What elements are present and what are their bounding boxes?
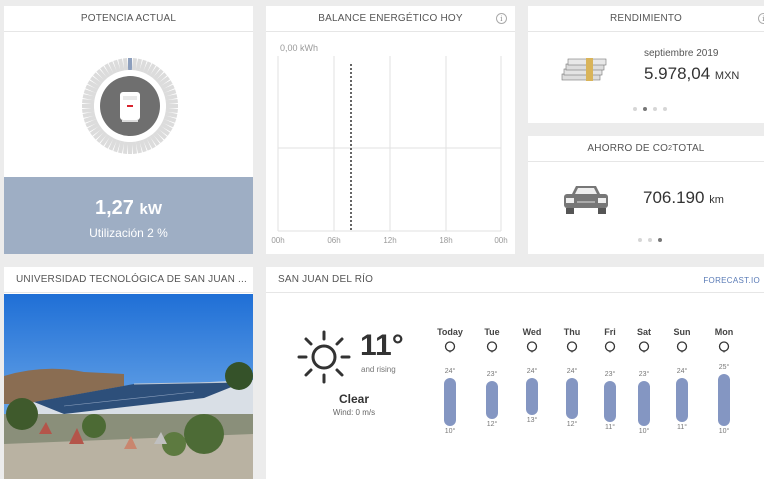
clear-weather-icon <box>676 341 688 353</box>
forecast-temp-range-bar <box>604 381 616 423</box>
forecast-low-temp: 10° <box>444 427 456 435</box>
current-temperature: 11° <box>360 329 404 362</box>
power-gauge <box>80 56 180 161</box>
yield-card: RENDIMIENTO i septiembre 2019 5.978,04 M… <box>528 6 764 123</box>
forecast-temp-range-bar <box>638 381 650 426</box>
forecast-temp-range-bar <box>526 377 538 416</box>
plant-photo-card: UNIVERSIDAD TECNOLÓGICA DE SAN JUAN ... <box>4 267 253 479</box>
energy-balance-chart: 00h 06h 12h 18h 00h <box>271 56 508 245</box>
forecast-day-name: Fri <box>604 327 616 337</box>
forecast-day-name: Today <box>437 327 463 337</box>
plant-name-title: UNIVERSIDAD TECNOLÓGICA DE SAN JUAN ... <box>4 267 253 293</box>
carousel-dot[interactable] <box>663 107 667 111</box>
forecast-high-temp: 23° <box>486 371 498 379</box>
forecast-day: Today 24° 10° <box>435 327 465 447</box>
clear-weather-icon <box>486 341 498 353</box>
money-stack-icon <box>560 54 610 93</box>
forecast-high-temp: 24° <box>444 367 456 375</box>
sun-icon <box>296 329 352 390</box>
forecast-high-temp: 24° <box>566 367 578 375</box>
forecast-low-temp: 10° <box>638 427 650 435</box>
carousel-dot[interactable] <box>633 107 637 111</box>
info-icon[interactable]: i <box>758 13 764 24</box>
forecast-day-name: Wed <box>522 327 542 337</box>
forecast-temp-range-bar <box>444 377 456 426</box>
inverter-gauge-icon <box>82 58 178 154</box>
forecast-high-temp: 24° <box>526 367 538 375</box>
forecast-temp-range-bar <box>676 377 688 423</box>
yield-carousel-dots[interactable] <box>633 107 667 111</box>
clear-weather-icon <box>526 341 538 353</box>
forecast-day-name: Tue <box>484 327 500 337</box>
current-power-title: POTENCIA ACTUAL <box>4 6 253 32</box>
forecast-low-temp: 10° <box>718 427 730 435</box>
co2-savings-value: 706.190 km <box>643 188 724 207</box>
forecast-link[interactable]: FORECAST.IO <box>703 276 760 285</box>
forecast-day-name: Mon <box>714 327 734 337</box>
forecast-day-name: Sat <box>636 327 651 337</box>
temperature-trend: and rising <box>361 365 396 374</box>
co2-carousel-dots[interactable] <box>638 238 662 242</box>
yield-value: 5.978,04 MXN <box>644 64 740 83</box>
forecast-temp-range-bar <box>486 381 498 419</box>
x-tick-label: 06h <box>327 236 340 245</box>
forecast-high-temp: 23° <box>604 371 616 379</box>
clear-weather-icon <box>718 341 730 353</box>
weather-location-title: SAN JUAN DEL RÍO <box>266 267 764 293</box>
co2-savings-card: AHORRO DE CO 2 TOTAL 706.190 km <box>528 136 764 254</box>
current-power-card: POTENCIA ACTUAL 1,27 kW Utilización 2 % <box>4 6 253 254</box>
carousel-dot[interactable] <box>643 107 647 111</box>
clear-weather-icon <box>566 341 578 353</box>
weather-condition: Clear <box>338 392 370 406</box>
forecast-low-temp: 11° <box>604 424 616 432</box>
forecast-day: Sat 23° 10° <box>629 327 659 447</box>
forecast-day: Wed 24° 13° <box>517 327 547 447</box>
x-tick-label: 18h <box>439 236 452 245</box>
power-summary-panel: 1,27 kW Utilización 2 % <box>4 177 253 254</box>
weather-card: SAN JUAN DEL RÍO FORECAST.IO 11° and ris… <box>266 267 764 479</box>
forecast-day: Tue 23° 12° <box>477 327 507 447</box>
forecast-day: Fri 23° 11° <box>595 327 625 447</box>
forecast-day-name: Sun <box>673 327 691 337</box>
forecast-temp-range-bar <box>566 377 578 419</box>
forecast-high-temp: 24° <box>676 367 688 375</box>
carousel-dot[interactable] <box>653 107 657 111</box>
forecast-low-temp: 11° <box>676 424 688 432</box>
power-value: 1,27 kW <box>95 197 162 219</box>
plant-photo <box>4 294 253 479</box>
forecast-low-temp: 12° <box>566 420 578 428</box>
power-utilization: Utilización 2 % <box>89 226 168 240</box>
carousel-dot[interactable] <box>658 238 662 242</box>
energy-balance-card: BALANCE ENERGÉTICO HOY i 0,00 kWh 00h 06… <box>266 6 515 254</box>
clear-weather-icon <box>604 341 616 353</box>
carousel-dot[interactable] <box>648 238 652 242</box>
clear-weather-icon <box>638 341 650 353</box>
forecast-high-temp: 23° <box>638 371 650 379</box>
clear-weather-icon <box>444 341 456 353</box>
forecast-temp-range-bar <box>718 374 730 426</box>
x-tick-label: 00h <box>494 236 507 245</box>
forecast-day: Thu 24° 12° <box>557 327 587 447</box>
forecast-day: Sun 24° 11° <box>667 327 697 447</box>
x-tick-label: 12h <box>383 236 396 245</box>
forecast-day: Mon 25° 10° <box>709 327 739 447</box>
car-icon <box>562 184 610 223</box>
x-tick-label: 00h <box>271 236 284 245</box>
yield-period: septiembre 2019 <box>644 48 719 59</box>
forecast-day-name: Thu <box>563 327 581 337</box>
carousel-dot[interactable] <box>638 238 642 242</box>
forecast-high-temp: 25° <box>718 364 730 372</box>
co2-savings-title: AHORRO DE CO 2 TOTAL <box>528 136 764 162</box>
forecast-low-temp: 13° <box>526 417 538 425</box>
yield-title: RENDIMIENTO i <box>528 6 764 32</box>
wind-speed: Wind: 0 m/s <box>332 408 376 417</box>
forecast-low-temp: 12° <box>486 420 498 428</box>
